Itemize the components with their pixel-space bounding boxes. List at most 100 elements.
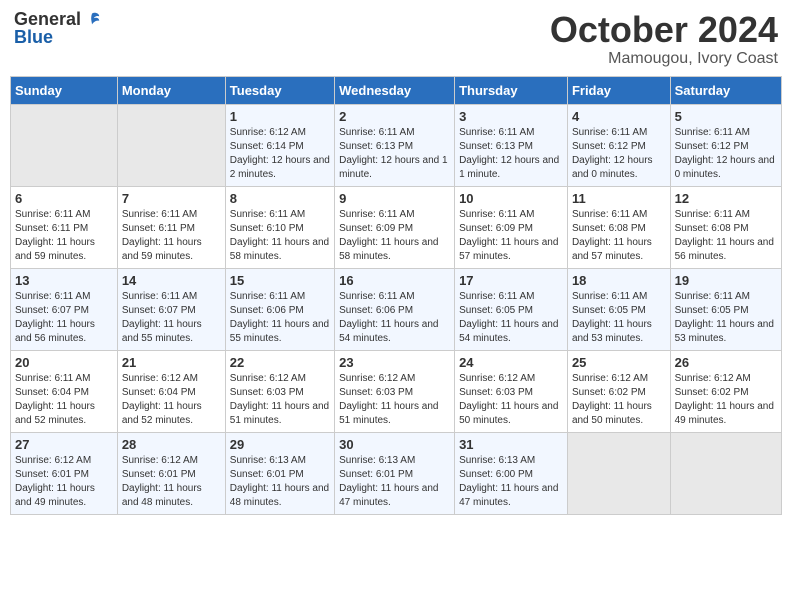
calendar-cell: 9 Sunrise: 6:11 AMSunset: 6:09 PMDaylight…: [335, 186, 455, 268]
calendar-cell: 7 Sunrise: 6:11 AMSunset: 6:11 PMDaylight…: [117, 186, 225, 268]
day-info: Sunrise: 6:11 AMSunset: 6:05 PMDaylight:…: [675, 290, 777, 346]
logo: General Blue: [14, 10, 101, 46]
day-number: 19: [675, 273, 777, 288]
day-info: Sunrise: 6:13 AMSunset: 6:00 PMDaylight:…: [459, 454, 563, 510]
day-number: 27: [15, 437, 113, 452]
weekday-header: Sunday: [11, 76, 118, 104]
calendar-cell: 21 Sunrise: 6:12 AMSunset: 6:04 PMDayligh…: [117, 350, 225, 432]
calendar-cell: [11, 104, 118, 186]
day-number: 4: [572, 109, 666, 124]
day-number: 3: [459, 109, 563, 124]
day-number: 12: [675, 191, 777, 206]
calendar-cell: 22 Sunrise: 6:12 AMSunset: 6:03 PMDayligh…: [225, 350, 334, 432]
day-number: 5: [675, 109, 777, 124]
day-info: Sunrise: 6:11 AMSunset: 6:11 PMDaylight:…: [122, 208, 221, 264]
calendar-cell: 15Sunrise: 6:11 AMSunset: 6:06 PMDayligh…: [225, 268, 334, 350]
calendar-cell: 17Sunrise: 6:11 AMSunset: 6:05 PMDayligh…: [455, 268, 568, 350]
calendar-cell: 29 Sunrise: 6:13 AMSunset: 6:01 PMDayligh…: [225, 432, 334, 514]
calendar-cell: 3 Sunrise: 6:11 AMSunset: 6:13 PMDaylight…: [455, 104, 568, 186]
weekday-header: Friday: [567, 76, 670, 104]
day-number: 16: [339, 273, 450, 288]
day-info: Sunrise: 6:11 AMSunset: 6:06 PMDaylight:…: [339, 290, 450, 346]
day-info: Sunrise: 6:12 AMSunset: 6:03 PMDaylight:…: [459, 372, 563, 428]
calendar-cell: [670, 432, 781, 514]
day-info: Sunrise: 6:11 AMSunset: 6:12 PMDaylight:…: [675, 126, 777, 182]
calendar-cell: 12 Sunrise: 6:11 AMSunset: 6:08 PMDayligh…: [670, 186, 781, 268]
day-info: Sunrise: 6:13 AMSunset: 6:01 PMDaylight:…: [339, 454, 450, 510]
day-info: Sunrise: 6:11 AMSunset: 6:12 PMDaylight:…: [572, 126, 666, 182]
day-number: 14: [122, 273, 221, 288]
calendar-cell: 11Sunrise: 6:11 AMSunset: 6:08 PMDayligh…: [567, 186, 670, 268]
day-number: 31: [459, 437, 563, 452]
calendar-week-row: 20Sunrise: 6:11 AMSunset: 6:04 PMDayligh…: [11, 350, 782, 432]
calendar-cell: 4 Sunrise: 6:11 AMSunset: 6:12 PMDaylight…: [567, 104, 670, 186]
day-info: Sunrise: 6:12 AMSunset: 6:02 PMDaylight:…: [572, 372, 666, 428]
calendar-week-row: 1 Sunrise: 6:12 AMSunset: 6:14 PMDaylight…: [11, 104, 782, 186]
logo-bird-icon: [83, 10, 101, 28]
day-number: 30: [339, 437, 450, 452]
day-number: 13: [15, 273, 113, 288]
location: Mamougou, Ivory Coast: [550, 50, 778, 68]
day-number: 26: [675, 355, 777, 370]
day-number: 15: [230, 273, 330, 288]
calendar-cell: [567, 432, 670, 514]
day-info: Sunrise: 6:12 AMSunset: 6:03 PMDaylight:…: [230, 372, 330, 428]
day-info: Sunrise: 6:12 AMSunset: 6:02 PMDaylight:…: [675, 372, 777, 428]
weekday-header: Monday: [117, 76, 225, 104]
calendar-cell: 18 Sunrise: 6:11 AMSunset: 6:05 PMDayligh…: [567, 268, 670, 350]
day-info: Sunrise: 6:13 AMSunset: 6:01 PMDaylight:…: [230, 454, 330, 510]
day-info: Sunrise: 6:12 AMSunset: 6:03 PMDaylight:…: [339, 372, 450, 428]
day-info: Sunrise: 6:12 AMSunset: 6:01 PMDaylight:…: [122, 454, 221, 510]
day-info: Sunrise: 6:11 AMSunset: 6:09 PMDaylight:…: [339, 208, 450, 264]
calendar-cell: 5 Sunrise: 6:11 AMSunset: 6:12 PMDaylight…: [670, 104, 781, 186]
day-number: 1: [230, 109, 330, 124]
day-number: 2: [339, 109, 450, 124]
calendar-cell: 6Sunrise: 6:11 AMSunset: 6:11 PMDaylight…: [11, 186, 118, 268]
weekday-header: Wednesday: [335, 76, 455, 104]
day-number: 28: [122, 437, 221, 452]
calendar-cell: [117, 104, 225, 186]
day-info: Sunrise: 6:12 AMSunset: 6:04 PMDaylight:…: [122, 372, 221, 428]
day-info: Sunrise: 6:11 AMSunset: 6:05 PMDaylight:…: [572, 290, 666, 346]
calendar-table: SundayMondayTuesdayWednesdayThursdayFrid…: [10, 76, 782, 515]
calendar-cell: 30 Sunrise: 6:13 AMSunset: 6:01 PMDayligh…: [335, 432, 455, 514]
day-info: Sunrise: 6:11 AMSunset: 6:09 PMDaylight:…: [459, 208, 563, 264]
day-number: 29: [230, 437, 330, 452]
title-area: October 2024 Mamougou, Ivory Coast: [550, 10, 778, 68]
weekday-header-row: SundayMondayTuesdayWednesdayThursdayFrid…: [11, 76, 782, 104]
day-number: 10: [459, 191, 563, 206]
calendar-cell: 1 Sunrise: 6:12 AMSunset: 6:14 PMDaylight…: [225, 104, 334, 186]
calendar-cell: 24Sunrise: 6:12 AMSunset: 6:03 PMDayligh…: [455, 350, 568, 432]
day-info: Sunrise: 6:11 AMSunset: 6:08 PMDaylight:…: [675, 208, 777, 264]
calendar-week-row: 13 Sunrise: 6:11 AMSunset: 6:07 PMDayligh…: [11, 268, 782, 350]
logo-general-text: General: [14, 10, 81, 28]
calendar-cell: 23 Sunrise: 6:12 AMSunset: 6:03 PMDayligh…: [335, 350, 455, 432]
month-title: October 2024: [550, 10, 778, 50]
day-number: 9: [339, 191, 450, 206]
logo-blue-text: Blue: [14, 28, 53, 46]
day-number: 21: [122, 355, 221, 370]
weekday-header: Saturday: [670, 76, 781, 104]
calendar-cell: 8Sunrise: 6:11 AMSunset: 6:10 PMDaylight…: [225, 186, 334, 268]
day-number: 7: [122, 191, 221, 206]
day-info: Sunrise: 6:11 AMSunset: 6:11 PMDaylight:…: [15, 208, 113, 264]
calendar-cell: 10 Sunrise: 6:11 AMSunset: 6:09 PMDayligh…: [455, 186, 568, 268]
day-number: 17: [459, 273, 563, 288]
calendar-week-row: 27 Sunrise: 6:12 AMSunset: 6:01 PMDayligh…: [11, 432, 782, 514]
page-header: General Blue October 2024 Mamougou, Ivor…: [10, 10, 782, 68]
day-info: Sunrise: 6:11 AMSunset: 6:13 PMDaylight:…: [339, 126, 450, 182]
day-info: Sunrise: 6:11 AMSunset: 6:10 PMDaylight:…: [230, 208, 330, 264]
day-info: Sunrise: 6:12 AMSunset: 6:01 PMDaylight:…: [15, 454, 113, 510]
day-number: 25: [572, 355, 666, 370]
day-info: Sunrise: 6:11 AMSunset: 6:07 PMDaylight:…: [15, 290, 113, 346]
day-info: Sunrise: 6:12 AMSunset: 6:14 PMDaylight:…: [230, 126, 330, 182]
day-number: 22: [230, 355, 330, 370]
calendar-cell: 14Sunrise: 6:11 AMSunset: 6:07 PMDayligh…: [117, 268, 225, 350]
day-number: 18: [572, 273, 666, 288]
day-info: Sunrise: 6:11 AMSunset: 6:13 PMDaylight:…: [459, 126, 563, 182]
day-number: 23: [339, 355, 450, 370]
calendar-cell: 31 Sunrise: 6:13 AMSunset: 6:00 PMDayligh…: [455, 432, 568, 514]
weekday-header: Thursday: [455, 76, 568, 104]
day-number: 11: [572, 191, 666, 206]
calendar-cell: 2 Sunrise: 6:11 AMSunset: 6:13 PMDaylight…: [335, 104, 455, 186]
